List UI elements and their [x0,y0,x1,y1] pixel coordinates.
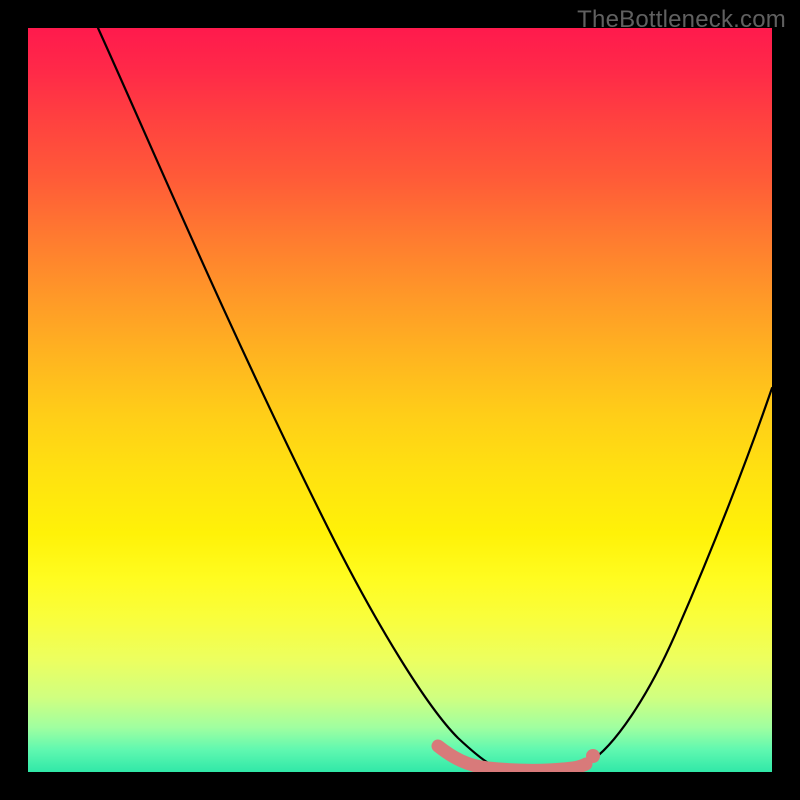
right-curve [588,388,772,763]
valley-floor [438,746,586,770]
valley-end-dot [586,749,600,763]
plot-area [28,28,772,772]
left-curve [98,28,490,764]
chart-stage: TheBottleneck.com [0,0,800,800]
curve-layer [28,28,772,772]
